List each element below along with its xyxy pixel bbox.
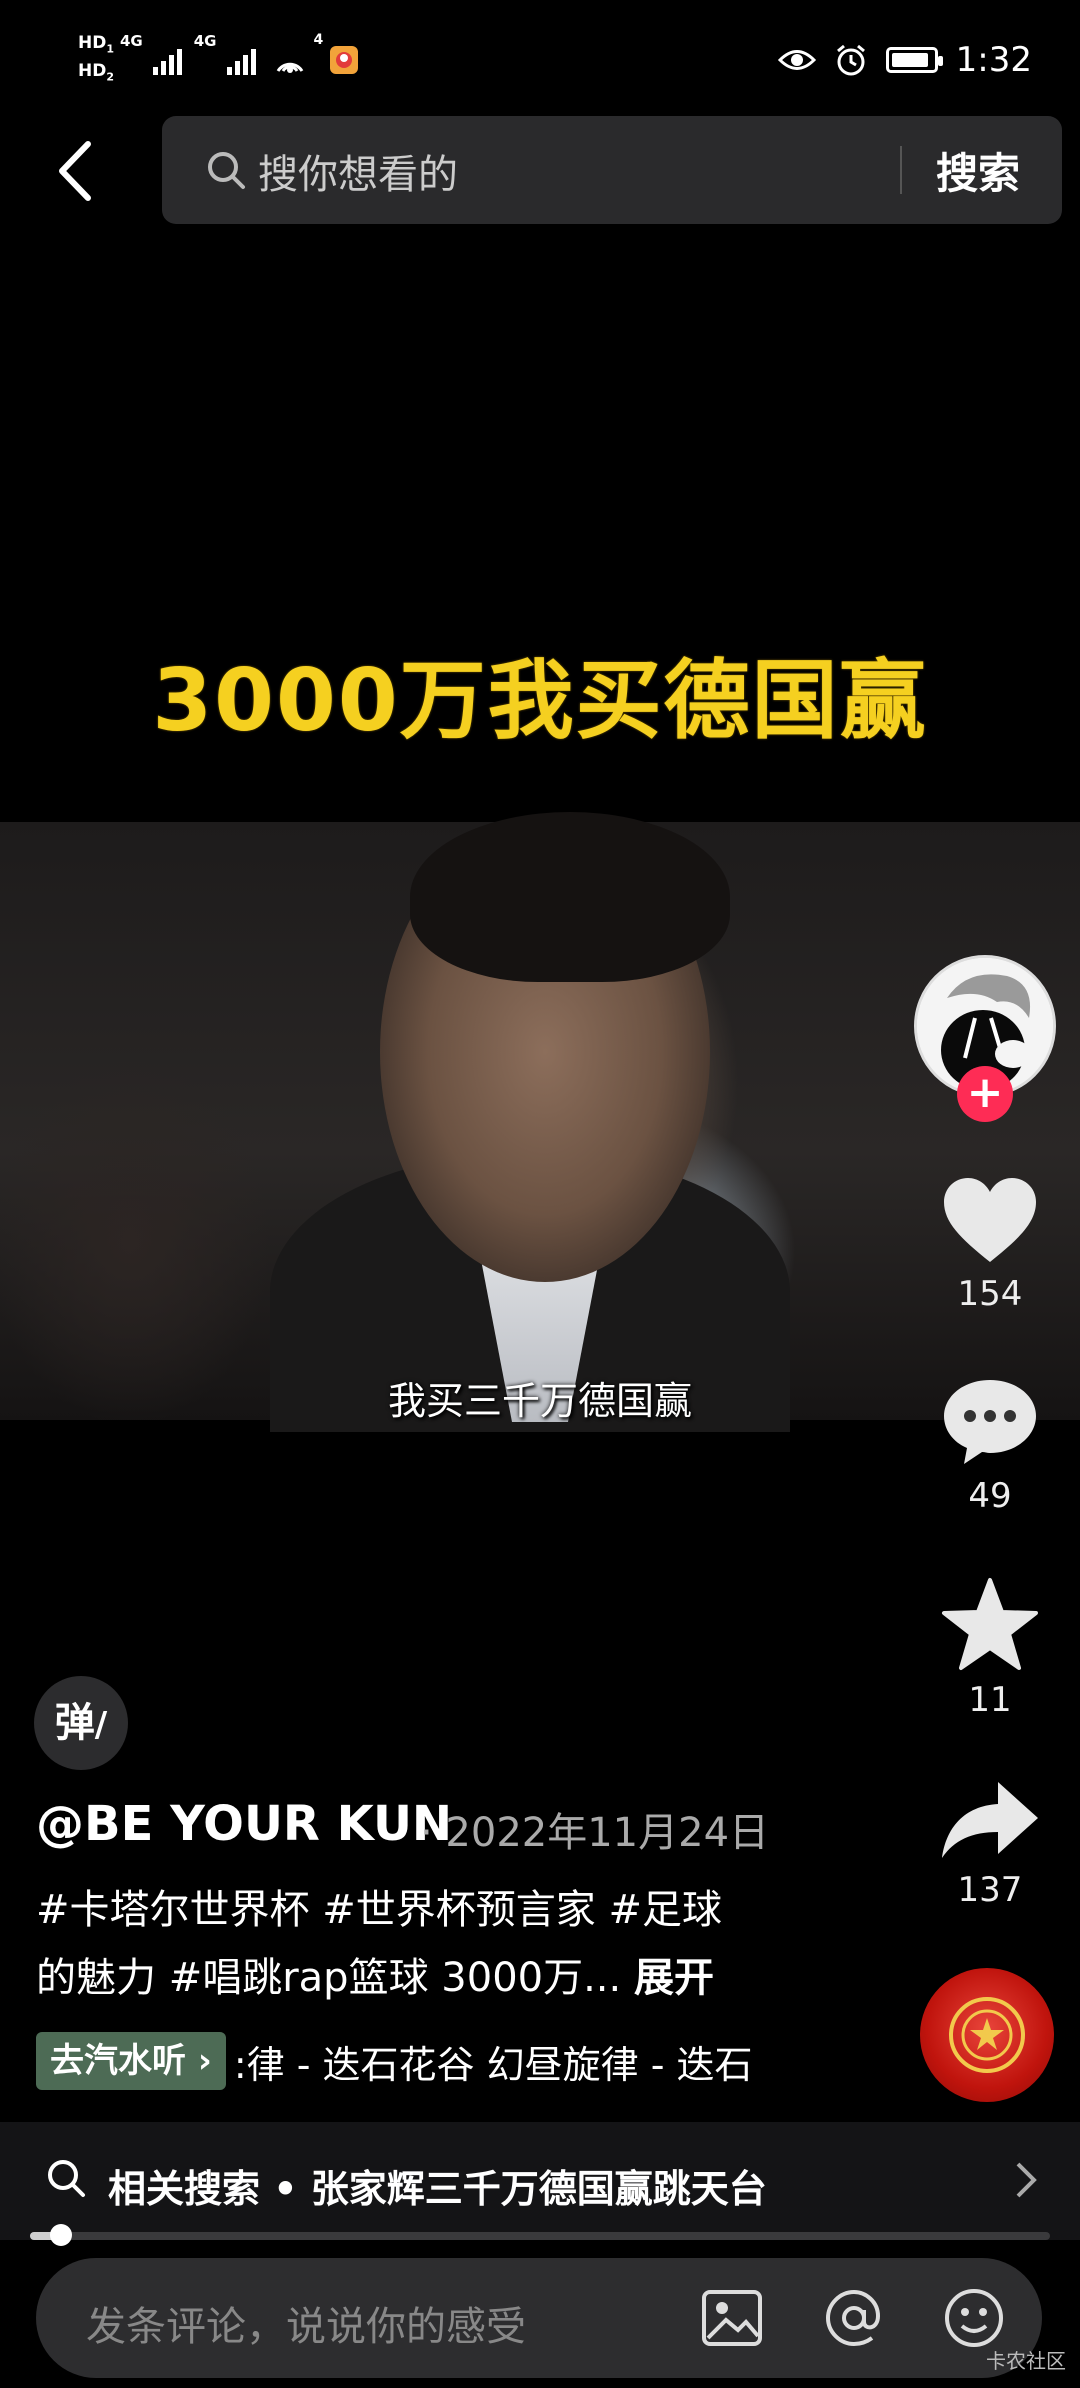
video-progress-bar[interactable] [30, 2224, 1050, 2246]
share-count: 137 [957, 1870, 1023, 1910]
danmu-toggle-button[interactable]: 弹/ [34, 1676, 128, 1770]
related-search-text: 相关搜索 • 张家辉三千万德国赢跳天台 [108, 2167, 767, 2211]
favorite-count: 11 [968, 1680, 1012, 1720]
hotspot-count: 4 [313, 32, 324, 48]
search-divider [900, 146, 902, 194]
eye-icon [777, 50, 816, 70]
description-line-2: 的魅力 #唱跳rap篮球 3000万... [36, 1955, 622, 2001]
search-icon [208, 152, 245, 189]
hd-indicator: HD1 HD2 [78, 33, 114, 84]
like-count: 154 [957, 1274, 1023, 1314]
search-icon [48, 2160, 85, 2197]
comment-count: 49 [968, 1476, 1012, 1516]
alarm-icon [836, 44, 865, 76]
share-action[interactable]: 137 [920, 1778, 1060, 1910]
battery-icon [885, 47, 943, 73]
emoji-icon[interactable] [940, 2284, 1008, 2352]
share-arrow-icon [942, 1782, 1038, 1858]
music-marquee: :律 - 迭石花谷 幻昼旋律 - 迭石 [233, 2042, 753, 2087]
status-left: HD1 HD2 4G 4G 4 [78, 32, 359, 89]
network-type-1: 4G [120, 32, 143, 50]
hotspot-icon [276, 63, 303, 74]
search-button[interactable]: 搜索 [936, 140, 1020, 201]
danmu-label: 弹 [54, 1700, 95, 1746]
back-arrow-icon[interactable] [48, 138, 108, 204]
status-right: 1:32 [777, 40, 1032, 80]
video-overlay-caption: 3000万我买德国赢 [152, 651, 928, 751]
comment-input[interactable]: 发条评论，说说你的感受 [86, 2294, 526, 2352]
expand-button[interactable]: 展开 [634, 1955, 714, 2001]
signal-icon [226, 45, 256, 76]
network-type-2: 4G [193, 32, 217, 50]
video-person-hair [410, 812, 730, 982]
progress-handle[interactable] [49, 2224, 72, 2246]
comment-bar[interactable]: 发条评论，说说你的感受 [36, 2258, 1042, 2378]
post-description: #卡塔尔世界杯 #世界杯预言家 #足球 的魅力 #唱跳rap篮球 3000万..… [36, 1876, 836, 2012]
signal-icon [152, 45, 182, 76]
watermark: 卡农社区 [986, 2349, 1066, 2373]
author-name[interactable]: @BE YOUR KUN [36, 1796, 452, 1852]
video-subtitle: 我买三千万德国赢 [387, 1379, 692, 1423]
image-icon[interactable] [698, 2284, 766, 2352]
comment-icon [944, 1380, 1036, 1464]
comment-action[interactable]: 49 [920, 1376, 1060, 1516]
search-bar[interactable]: 搜你想看的 搜索 [162, 116, 1062, 224]
mention-at-icon[interactable] [820, 2284, 888, 2352]
chevron-right-icon [1016, 2162, 1037, 2198]
description-line-1: #卡塔尔世界杯 #世界杯预言家 #足球 [36, 1887, 722, 1933]
status-bar: HD1 HD2 4G 4G 4 1:32 [0, 0, 1080, 110]
like-action[interactable]: 154 [920, 1176, 1060, 1314]
music-row[interactable]: 去汽水听 › :律 - 迭石花谷 幻昼旋律 - 迭石 [36, 2030, 836, 2092]
emblem-icon [949, 1997, 1025, 2073]
clock: 1:32 [955, 40, 1032, 80]
heart-icon [944, 1178, 1036, 1262]
follow-button[interactable]: + [957, 1066, 1013, 1122]
favorite-action[interactable]: 11 [920, 1576, 1060, 1720]
search-input[interactable]: 搜你想看的 [258, 142, 458, 200]
post-date: · 2022年11月24日 [420, 1810, 770, 1856]
music-disc[interactable] [920, 1968, 1054, 2102]
related-search-bar[interactable]: 相关搜索 • 张家辉三千万德国赢跳天台 [0, 2122, 1080, 2240]
open-in-qishui-button[interactable]: 去汽水听 › [36, 2032, 226, 2090]
video-frame[interactable] [0, 812, 1080, 1432]
app-notification-icon [330, 46, 359, 75]
star-icon [942, 1578, 1038, 1670]
